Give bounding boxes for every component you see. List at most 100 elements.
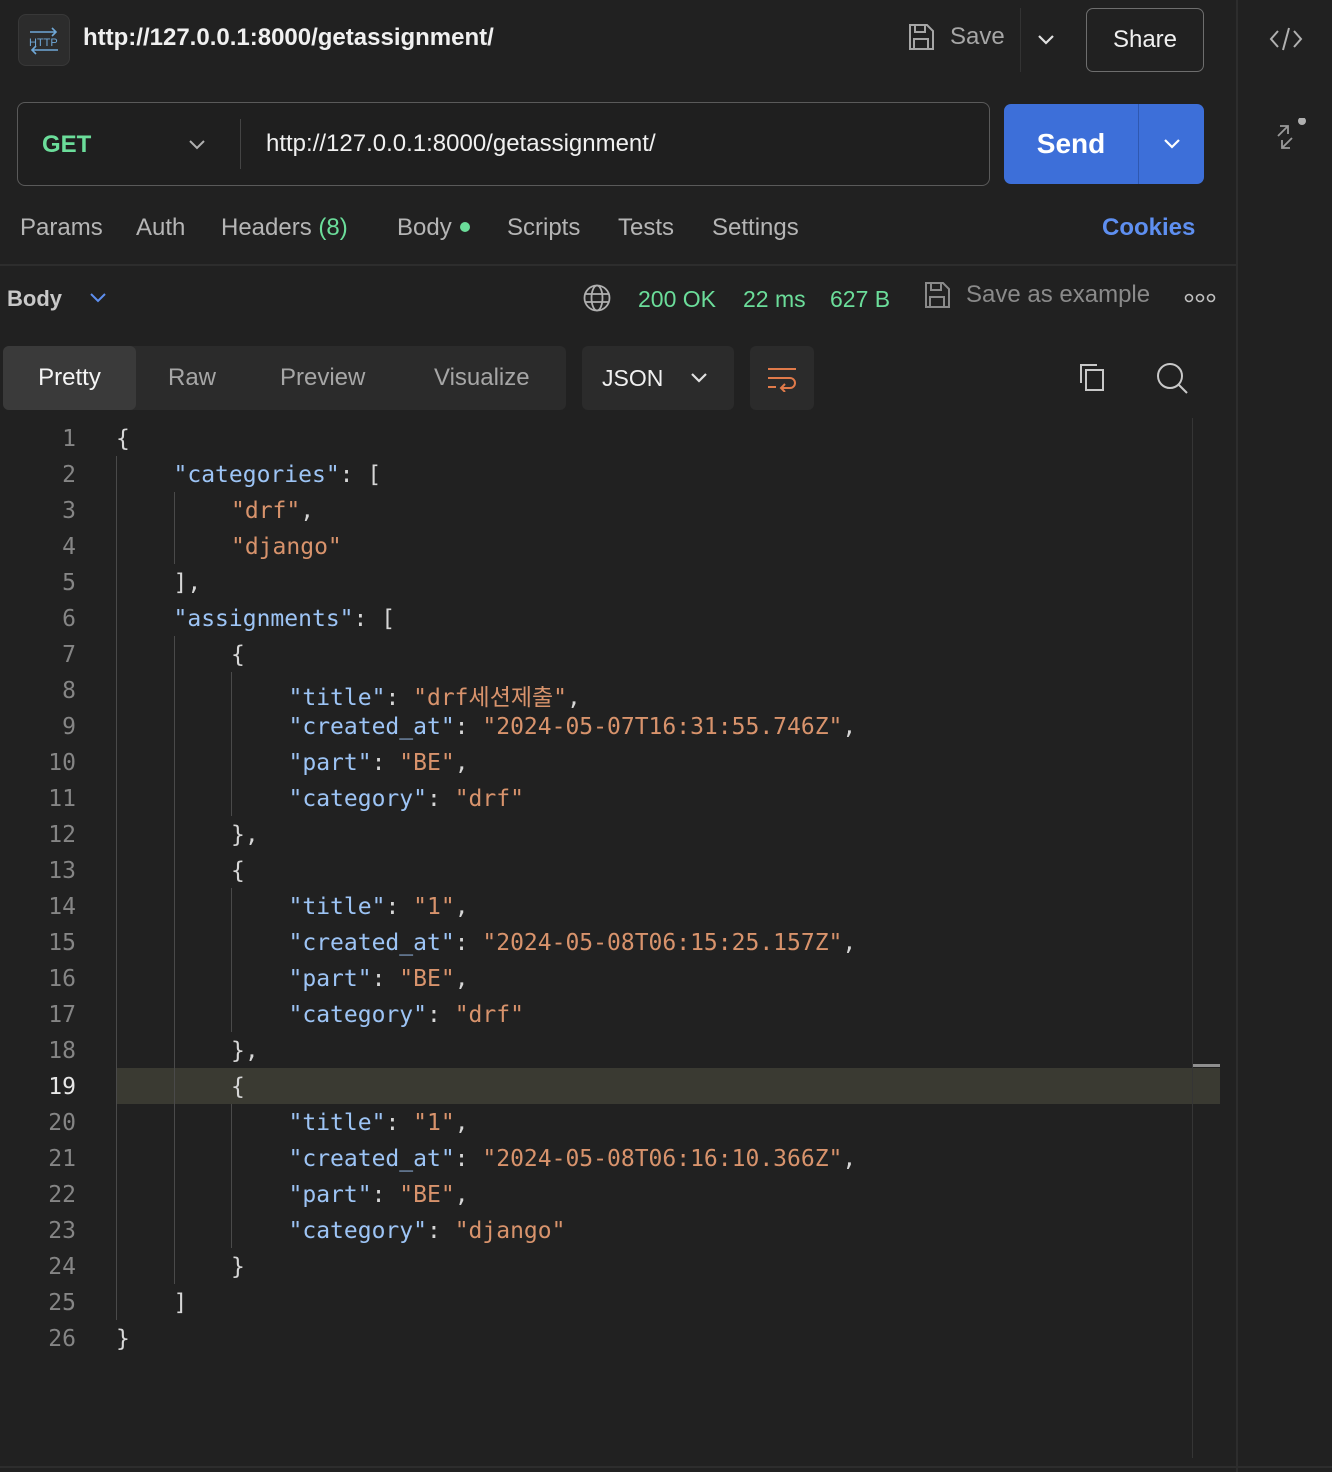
request-header: HTTP http://127.0.0.1:8000/getassignment… <box>0 0 1236 82</box>
code-text: }, <box>231 822 259 848</box>
right-sidebar <box>1236 0 1332 1472</box>
json-string: "drf" <box>231 498 301 524</box>
line-number: 22 <box>48 1182 76 1208</box>
json-punctuation: { <box>231 642 245 668</box>
json-string: "2024-05-07T16:31:55.746Z" <box>482 714 843 740</box>
json-string: "django" <box>454 1218 566 1244</box>
code-text: } <box>231 1254 245 1280</box>
code-line: 15 "created_at": "2024-05-08T06:15:25.157… <box>0 924 1220 960</box>
code-line: 25] <box>0 1284 1220 1320</box>
more-icon[interactable] <box>1184 292 1216 304</box>
line-number: 6 <box>62 606 76 632</box>
url-input[interactable]: http://127.0.0.1:8000/getassignment/ <box>266 130 656 158</box>
http-icon: HTTP <box>18 14 70 66</box>
format-select[interactable]: JSON <box>582 346 734 410</box>
scrollbar-thumb[interactable] <box>1193 1064 1220 1067</box>
tab-auth[interactable]: Auth <box>136 214 185 242</box>
save-options-button[interactable] <box>1034 26 1058 59</box>
code-line: 12}, <box>0 816 1220 852</box>
line-number: 20 <box>48 1110 76 1136</box>
json-string: "drf" <box>454 1002 524 1028</box>
json-key: "part" <box>288 1182 372 1208</box>
status-code[interactable]: 200 OK <box>638 286 716 313</box>
indent-guide <box>231 672 232 816</box>
code-icon[interactable] <box>1268 24 1304 54</box>
json-key: "part" <box>288 750 372 776</box>
code-line: 3 "drf", <box>0 492 1220 528</box>
json-string: "1" <box>413 1110 455 1136</box>
code-line: 9 "created_at": "2024-05-07T16:31:55.746Z… <box>0 708 1220 744</box>
json-key: "assignments" <box>173 606 354 632</box>
line-number: 4 <box>62 534 76 560</box>
code-text: ] <box>174 1290 188 1316</box>
code-text: "assignments": [ <box>174 606 396 632</box>
editor-scrollbar[interactable] <box>1192 418 1193 1458</box>
json-punctuation: : <box>426 1218 455 1244</box>
tab-headers[interactable]: Headers (8) <box>221 214 348 242</box>
code-text: "part": "BE", <box>289 750 469 776</box>
code-line: 1{ <box>0 420 1220 456</box>
tab-params[interactable]: Params <box>20 214 103 242</box>
json-string: "django" <box>231 534 342 560</box>
chevron-down-icon[interactable] <box>88 288 108 308</box>
tab-settings[interactable]: Settings <box>712 214 799 242</box>
code-line: 5], <box>0 564 1220 600</box>
send-options-button[interactable] <box>1139 104 1204 184</box>
indent-guide <box>231 888 232 1032</box>
response-size[interactable]: 627 B <box>830 286 890 313</box>
line-number: 3 <box>62 498 76 524</box>
view-tabs: Pretty Raw Preview Visualize <box>3 346 566 410</box>
line-number: 23 <box>48 1218 76 1244</box>
globe-icon[interactable] <box>582 283 612 313</box>
tab-pretty[interactable]: Pretty <box>3 346 136 410</box>
save-as-example-button[interactable]: Save as example <box>922 280 1150 310</box>
line-number: 7 <box>62 642 76 668</box>
json-punctuation: , <box>454 750 469 776</box>
tab-body[interactable]: Body <box>397 214 470 242</box>
line-number: 2 <box>62 462 76 488</box>
json-key: "title" <box>288 1110 386 1136</box>
tab-scripts[interactable]: Scripts <box>507 214 580 242</box>
wrap-lines-button[interactable] <box>750 346 814 410</box>
search-icon[interactable] <box>1154 360 1190 396</box>
tab-preview[interactable]: Preview <box>280 346 365 410</box>
code-text: "part": "BE", <box>289 966 469 992</box>
collapse-icon[interactable] <box>1274 118 1308 152</box>
code-text: "created_at": "2024-05-07T16:31:55.746Z"… <box>289 714 857 740</box>
json-string: "BE" <box>399 966 455 992</box>
cookies-link[interactable]: Cookies <box>1102 214 1195 242</box>
line-number: 8 <box>62 678 76 704</box>
code-text: "created_at": "2024-05-08T06:15:25.157Z"… <box>289 930 857 956</box>
response-body-label[interactable]: Body <box>7 286 62 312</box>
json-key: "category" <box>288 786 427 812</box>
send-button[interactable]: Send <box>1004 104 1138 184</box>
json-punctuation: { <box>231 858 245 884</box>
json-punctuation: : [ <box>339 462 382 488</box>
code-text: "category": "django" <box>289 1218 566 1244</box>
code-line: 22 "part": "BE", <box>0 1176 1220 1212</box>
request-title[interactable]: http://127.0.0.1:8000/getassignment/ <box>83 24 494 52</box>
line-number: 24 <box>48 1254 76 1280</box>
tab-raw[interactable]: Raw <box>168 346 216 410</box>
code-line: 10 "part": "BE", <box>0 744 1220 780</box>
share-button[interactable]: Share <box>1086 8 1204 72</box>
json-punctuation: , <box>842 1146 857 1172</box>
json-string: "2024-05-08T06:15:25.157Z" <box>482 930 843 956</box>
tab-visualize[interactable]: Visualize <box>434 346 530 410</box>
tab-tests[interactable]: Tests <box>618 214 674 242</box>
response-time[interactable]: 22 ms <box>743 286 806 313</box>
line-number: 18 <box>48 1038 76 1064</box>
line-number: 12 <box>48 822 76 848</box>
code-text: "django" <box>231 534 342 560</box>
save-icon <box>909 24 934 50</box>
svg-text:HTTP: HTTP <box>29 37 58 49</box>
copy-icon[interactable] <box>1074 360 1108 394</box>
chevron-down-icon[interactable] <box>186 134 208 156</box>
json-punctuation: ] <box>173 1290 188 1316</box>
json-punctuation: : <box>454 930 483 956</box>
line-number: 1 <box>62 426 76 452</box>
save-button[interactable]: Save <box>906 22 1005 52</box>
code-line: 19 { <box>0 1068 1220 1104</box>
method-select[interactable]: GET <box>42 131 91 159</box>
response-body-editor[interactable]: 1{2 "categories": [3 "drf", 4 "django" 5], 6 "a… <box>0 418 1220 1468</box>
